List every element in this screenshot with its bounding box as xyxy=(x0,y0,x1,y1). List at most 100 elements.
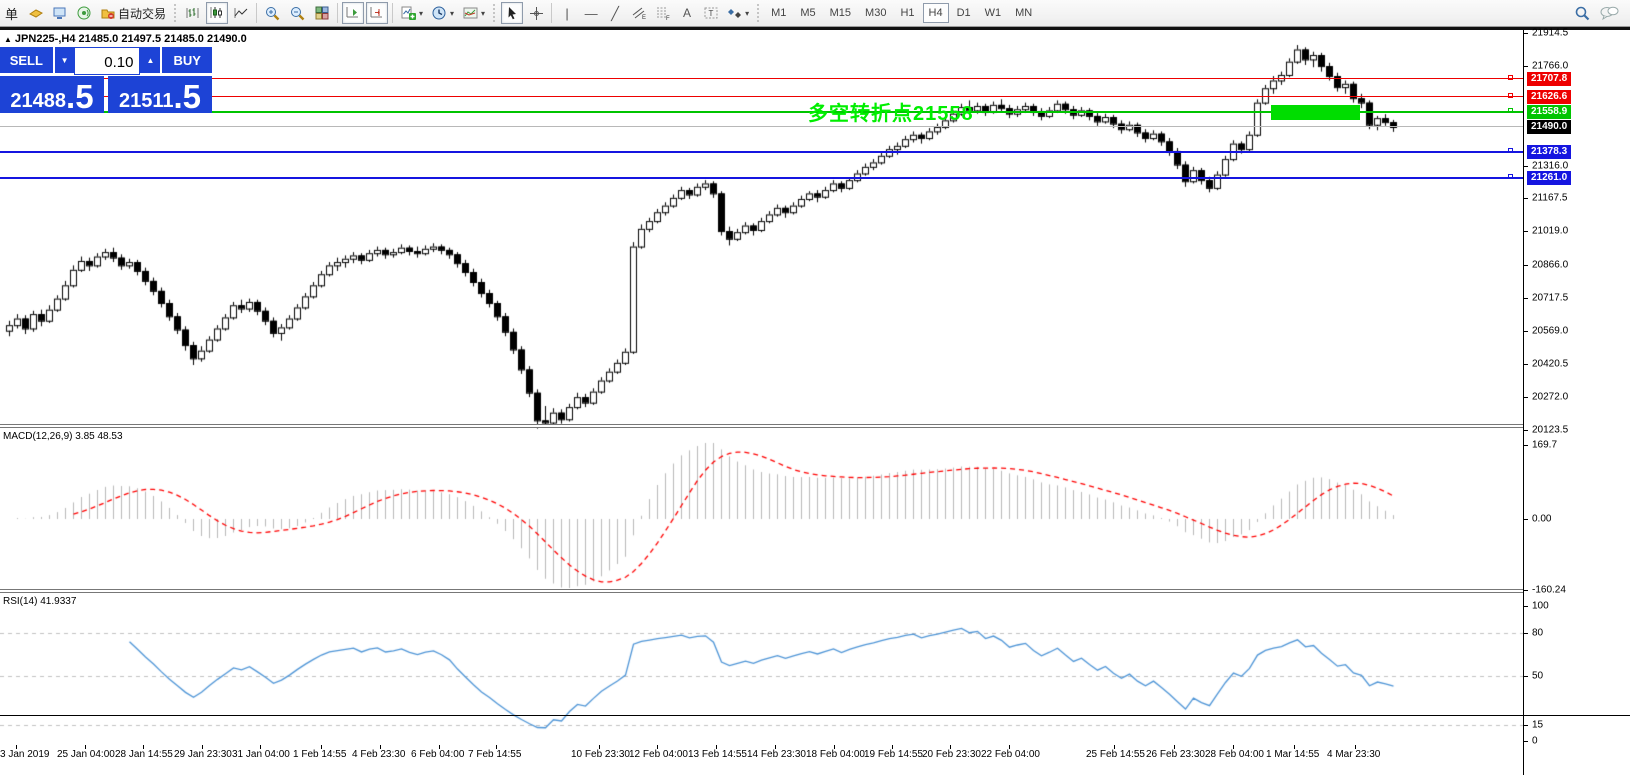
templates-dropdown-arrow[interactable]: ▾ xyxy=(481,9,485,18)
axis-tick-label: 100 xyxy=(1532,600,1549,612)
bar-chart-type-icon[interactable] xyxy=(182,2,204,24)
channel-tool-icon[interactable]: E xyxy=(628,2,650,24)
axis-tick-mark xyxy=(1524,33,1528,34)
volume-decrease-button[interactable]: ▼ xyxy=(54,47,75,75)
time-axis-label: 18 Feb 04:00 xyxy=(806,749,865,760)
axis-tick-label: 21766.0 xyxy=(1532,60,1569,72)
time-axis-tick xyxy=(380,745,381,749)
cursor-icon[interactable] xyxy=(501,2,524,24)
time-axis-label: 10 Feb 23:30 xyxy=(571,749,630,760)
resistance-line[interactable] xyxy=(0,96,1523,98)
timeframe-button-m30[interactable]: M30 xyxy=(859,3,892,23)
axis-tick-mark xyxy=(1524,198,1528,199)
macd-panel-splitter[interactable] xyxy=(0,424,1523,428)
timeframe-button-h1[interactable]: H1 xyxy=(894,3,920,23)
signal-icon[interactable] xyxy=(73,2,95,24)
volume-input[interactable] xyxy=(74,47,141,75)
price-axis[interactable]: 21914.5 21766.0 21316.0 21167.5 21019.0 20866… xyxy=(1523,27,1630,775)
time-axis-label: 14 Feb 23:30 xyxy=(747,749,806,760)
indicators-icon[interactable]: ▾ xyxy=(397,2,426,24)
axis-tick-label: 20569.0 xyxy=(1532,325,1569,337)
line-chart-type-icon[interactable] xyxy=(230,2,252,24)
templates-icon[interactable]: ▾ xyxy=(459,2,488,24)
volume-increase-button[interactable]: ▲ xyxy=(140,47,161,75)
timeframe-button-m1[interactable]: M1 xyxy=(765,3,792,23)
shapes-dropdown-arrow[interactable]: ▾ xyxy=(745,9,749,18)
timeframe-button-mn[interactable]: MN xyxy=(1009,3,1038,23)
periods-dropdown-arrow[interactable]: ▾ xyxy=(450,9,454,18)
price-chart-canvas[interactable] xyxy=(0,30,1523,775)
time-axis-label: 12 Feb 04:00 xyxy=(629,749,688,760)
shapes-tool-icon[interactable]: ▾ xyxy=(724,2,752,24)
zoom-in-icon[interactable] xyxy=(261,2,284,24)
last-price-line[interactable] xyxy=(0,126,1523,128)
periods-icon[interactable]: ▾ xyxy=(428,2,457,24)
time-axis-tick xyxy=(716,745,717,749)
supply-zone-rect[interactable] xyxy=(1271,105,1360,120)
chart-plot-area[interactable]: ▲ JPN225-,H4 21485.0 21497.5 21485.0 2149… xyxy=(0,30,1523,775)
axis-tick-mark xyxy=(1524,741,1528,742)
time-axis-label: 6 Feb 04:00 xyxy=(411,749,465,760)
time-axis-label: 28 Feb 04:00 xyxy=(1205,749,1264,760)
trend-annotation-text[interactable]: 多空转折点21558 xyxy=(808,97,974,126)
toolbar-drag-handle[interactable] xyxy=(756,3,762,23)
toolbar-drag-handle[interactable] xyxy=(173,3,179,23)
tile-windows-icon[interactable] xyxy=(311,2,333,24)
axis-tick-label: 0.00 xyxy=(1532,513,1552,525)
panel-toggle-icon[interactable]: ▲ xyxy=(4,35,12,44)
toolbar-drag-handle[interactable] xyxy=(492,3,498,23)
metaeditor-icon[interactable] xyxy=(49,2,71,24)
chart-shift-icon[interactable] xyxy=(366,2,389,24)
axis-tick-mark xyxy=(1524,633,1528,634)
new-order-button[interactable]: 单 xyxy=(1,2,23,24)
time-axis-tick xyxy=(260,745,261,749)
search-icon[interactable] xyxy=(1571,2,1594,24)
timeframe-button-d1[interactable]: D1 xyxy=(951,3,977,23)
autotrading-button[interactable]: 自动交易 xyxy=(97,2,169,24)
axis-tick-label: 15 xyxy=(1532,719,1544,731)
axis-tick-label: 20123.5 xyxy=(1532,424,1569,436)
time-axis-label: 25 Feb 14:55 xyxy=(1086,749,1145,760)
sell-button[interactable]: SELL xyxy=(0,47,53,75)
axis-tick-mark xyxy=(1524,430,1528,431)
resistance-line[interactable] xyxy=(0,78,1523,80)
market-watch-icon[interactable] xyxy=(25,2,47,24)
time-axis-tick xyxy=(834,745,835,749)
time-axis-tick xyxy=(1294,745,1295,749)
indicators-dropdown-arrow[interactable]: ▾ xyxy=(419,9,423,18)
timeframe-button-m5[interactable]: M5 xyxy=(794,3,821,23)
timeframe-button-m15[interactable]: M15 xyxy=(824,3,857,23)
support-line[interactable] xyxy=(0,150,1523,153)
axis-tick-label: -160.24 xyxy=(1532,584,1566,596)
auto-scroll-icon[interactable] xyxy=(342,2,365,24)
axis-tick-mark xyxy=(1524,590,1528,591)
support-line[interactable] xyxy=(0,176,1523,179)
sell-price[interactable]: 21488.5 xyxy=(0,76,104,113)
horizontal-line-tool-icon[interactable]: — xyxy=(580,2,602,24)
axis-tick-label: 20272.0 xyxy=(1532,391,1569,403)
time-axis-tick xyxy=(321,745,322,749)
chat-icon[interactable] xyxy=(1596,2,1622,24)
axis-tick-label: 80 xyxy=(1532,627,1544,639)
buy-button[interactable]: BUY xyxy=(162,47,212,75)
rsi-panel-splitter[interactable] xyxy=(0,589,1523,593)
axis-tick-mark xyxy=(1524,364,1528,365)
timeframe-button-h4[interactable]: H4 xyxy=(922,3,949,23)
timeframe-button-w1[interactable]: W1 xyxy=(979,3,1008,23)
axis-tick-mark xyxy=(1524,231,1528,232)
vertical-line-tool-icon[interactable]: | xyxy=(556,2,578,24)
buy-price[interactable]: 21511.5 xyxy=(108,76,212,113)
crosshair-icon[interactable] xyxy=(525,2,547,24)
axis-tick-label: 21914.5 xyxy=(1532,27,1569,39)
text-tool-icon[interactable]: A xyxy=(676,2,698,24)
time-axis-label: 31 Jan 04:00 xyxy=(232,749,290,760)
fibonacci-tool-icon[interactable]: F xyxy=(652,2,674,24)
trendline-tool-icon[interactable]: ╱ xyxy=(604,2,626,24)
zoom-out-icon[interactable] xyxy=(286,2,309,24)
candlestick-chart-type-icon[interactable] xyxy=(206,2,229,24)
text-label-tool-icon[interactable]: T xyxy=(700,2,722,24)
time-axis-border xyxy=(0,715,1630,716)
one-click-trade-panel: SELL ▼ ▲ BUY 21488.5 21511.5 xyxy=(0,47,212,113)
axis-tick-label: 21019.0 xyxy=(1532,225,1569,237)
axis-tick-label: 0 xyxy=(1532,735,1538,747)
